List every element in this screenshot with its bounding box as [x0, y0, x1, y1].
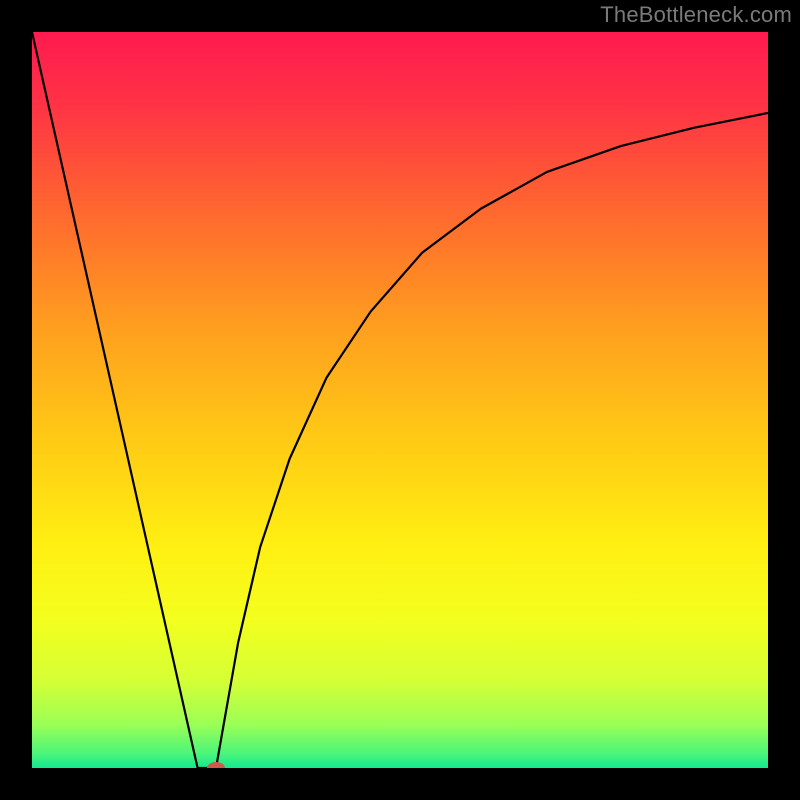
bottleneck-curve — [32, 32, 768, 768]
curve-layer — [32, 32, 768, 768]
optimal-point-marker — [207, 762, 225, 768]
watermark-text: TheBottleneck.com — [600, 2, 792, 28]
plot-area — [32, 32, 768, 768]
chart-frame: TheBottleneck.com — [0, 0, 800, 800]
